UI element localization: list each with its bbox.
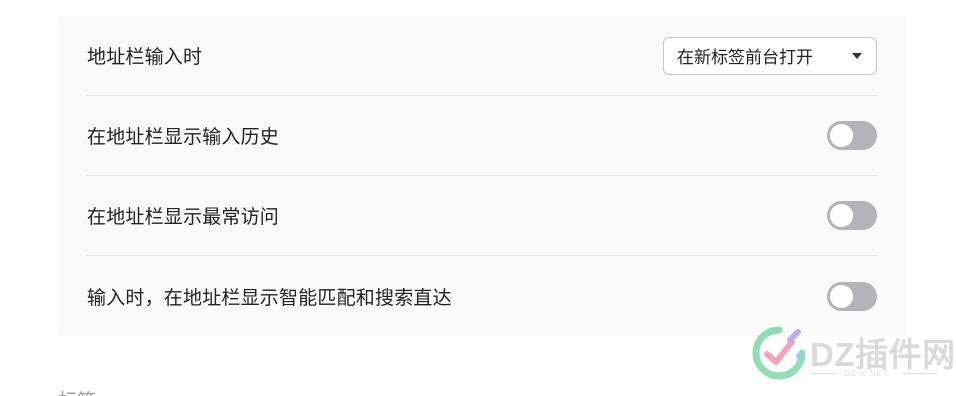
setting-label: 输入时，在地址栏显示智能匹配和搜索直达 <box>87 286 452 309</box>
chevron-down-icon <box>852 52 862 59</box>
setting-row-show-input-history: 在地址栏显示输入历史 <box>87 96 877 176</box>
setting-row-show-most-visited: 在地址栏显示最常访问 <box>87 176 877 256</box>
settings-page: 地址栏输入时 在新标签前台打开 在地址栏显示输入历史 在地址栏显示最常访问 输入… <box>0 0 956 396</box>
open-mode-select[interactable]: 在新标签前台打开 <box>663 36 877 75</box>
setting-row-address-bar-input: 地址栏输入时 在新标签前台打开 <box>87 16 877 96</box>
toggle-knob <box>830 204 853 227</box>
open-mode-select-value: 在新标签前台打开 <box>677 48 813 68</box>
watermark-rule <box>902 373 938 374</box>
watermark: DZ插件网 DZ-X.NET <box>752 322 955 386</box>
address-bar-settings-card: 地址栏输入时 在新标签前台打开 在地址栏显示输入历史 在地址栏显示最常访问 输入… <box>58 16 906 336</box>
setting-label: 在地址栏显示输入历史 <box>87 126 280 148</box>
show-input-history-toggle[interactable] <box>827 121 877 150</box>
watermark-domain: DZ-X.NET <box>844 369 889 378</box>
watermark-rule <box>812 373 838 374</box>
toggle-knob <box>830 124 853 147</box>
show-most-visited-toggle[interactable] <box>827 201 877 230</box>
setting-label: 在地址栏显示最常访问 <box>87 206 280 228</box>
toggle-knob <box>830 284 853 308</box>
dz-logo-icon <box>752 326 806 380</box>
setting-label: 地址栏输入时 <box>87 46 203 68</box>
next-section-heading: 标签 <box>58 386 96 396</box>
smart-match-toggle[interactable] <box>827 281 877 311</box>
